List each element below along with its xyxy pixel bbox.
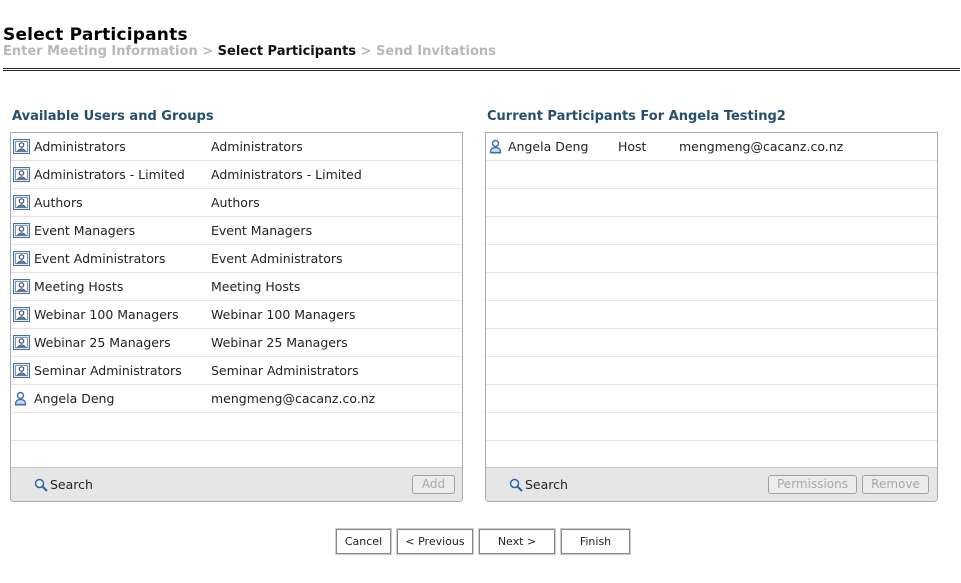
empty-row — [486, 301, 937, 329]
group-icon — [13, 335, 30, 350]
current-participants-title: Current Participants For Angela Testing2 — [487, 109, 786, 124]
breadcrumb-separator: > — [197, 44, 218, 59]
item-name: Webinar 25 Managers — [34, 335, 171, 350]
empty-row — [11, 413, 462, 441]
previous-button[interactable]: < Previous — [397, 529, 473, 554]
breadcrumb-step-enter-meeting-info: Enter Meeting Information — [3, 44, 198, 59]
available-users-footer: Search Add — [11, 467, 462, 501]
magnifier-icon — [509, 478, 523, 492]
available-users-panel: Administrators Administrators Administrato… — [10, 132, 463, 502]
list-item[interactable]: Administrators - Limited Administrators -… — [11, 161, 462, 189]
cancel-button[interactable]: Cancel — [336, 529, 391, 554]
item-detail: mengmeng@cacanz.co.nz — [211, 391, 376, 406]
item-detail: Meeting Hosts — [211, 279, 301, 294]
item-name: Webinar 100 Managers — [34, 307, 179, 322]
empty-row — [486, 385, 937, 413]
current-participants-footer: Search Permissions Remove — [486, 467, 937, 501]
participants-search-label: Search — [525, 477, 568, 492]
participant-role: Host — [618, 139, 647, 154]
item-name: Administrators — [34, 139, 126, 154]
item-name: Event Managers — [34, 223, 136, 238]
available-users-list: Administrators Administrators Administrato… — [11, 133, 462, 469]
breadcrumb-step-send-invitations: Send Invitations — [376, 44, 496, 59]
participants-search-link[interactable]: Search — [509, 477, 568, 492]
participant-row[interactable]: Angela Deng Host mengmeng@cacanz.co.nz — [486, 133, 937, 161]
group-icon — [13, 139, 30, 154]
list-item[interactable]: Event Managers Event Managers — [11, 217, 462, 245]
item-detail: Authors — [211, 195, 260, 210]
current-participants-panel: Angela Deng Host mengmeng@cacanz.co.nz Sea… — [485, 132, 938, 502]
item-name: Meeting Hosts — [34, 279, 124, 294]
list-item[interactable]: Meeting Hosts Meeting Hosts — [11, 273, 462, 301]
remove-button[interactable]: Remove — [862, 475, 929, 494]
empty-row — [486, 413, 937, 441]
list-item[interactable]: Webinar 25 Managers Webinar 25 Managers — [11, 329, 462, 357]
item-detail: Seminar Administrators — [211, 363, 359, 378]
participant-email: mengmeng@cacanz.co.nz — [679, 139, 844, 154]
list-item[interactable]: Seminar Administrators Seminar Administra… — [11, 357, 462, 385]
next-button[interactable]: Next > — [479, 529, 555, 554]
permissions-button[interactable]: Permissions — [768, 475, 857, 494]
breadcrumb-separator: > — [356, 44, 376, 59]
page-title: Select Participants — [3, 25, 188, 45]
empty-row — [486, 273, 937, 301]
participant-name: Angela Deng — [508, 139, 589, 154]
empty-row — [486, 329, 937, 357]
user-icon — [13, 391, 30, 406]
list-item[interactable]: Webinar 100 Managers Webinar 100 Managers — [11, 301, 462, 329]
group-icon — [13, 195, 30, 210]
group-icon — [13, 363, 30, 378]
list-item[interactable]: Angela Deng mengmeng@cacanz.co.nz — [11, 385, 462, 413]
magnifier-icon — [34, 478, 48, 492]
item-name: Authors — [34, 195, 83, 210]
empty-row — [486, 245, 937, 273]
breadcrumb-step-select-participants: Select Participants — [217, 44, 357, 59]
list-item[interactable]: Administrators Administrators — [11, 133, 462, 161]
header-divider — [3, 68, 960, 71]
user-icon — [488, 139, 505, 154]
group-icon — [13, 223, 30, 238]
group-icon — [13, 167, 30, 182]
item-detail: Webinar 25 Managers — [211, 335, 348, 350]
item-detail: Event Managers — [211, 223, 313, 238]
current-participants-list: Angela Deng Host mengmeng@cacanz.co.nz — [486, 133, 937, 469]
item-name: Seminar Administrators — [34, 363, 182, 378]
item-detail: Webinar 100 Managers — [211, 307, 356, 322]
empty-row — [486, 161, 937, 189]
available-users-title: Available Users and Groups — [12, 109, 214, 124]
empty-row — [11, 441, 462, 469]
available-search-link[interactable]: Search — [34, 477, 93, 492]
available-search-label: Search — [50, 477, 93, 492]
group-icon — [13, 251, 30, 266]
finish-button[interactable]: Finish — [561, 529, 630, 554]
empty-row — [486, 357, 937, 385]
list-item[interactable]: Event Administrators Event Administrators — [11, 245, 462, 273]
item-detail: Administrators — [211, 139, 303, 154]
list-item[interactable]: Authors Authors — [11, 189, 462, 217]
item-name: Event Administrators — [34, 251, 166, 266]
item-detail: Event Administrators — [211, 251, 343, 266]
group-icon — [13, 279, 30, 294]
add-button[interactable]: Add — [412, 475, 455, 494]
item-name: Angela Deng — [34, 391, 115, 406]
breadcrumb: Enter Meeting Information > Select Parti… — [3, 44, 496, 59]
empty-row — [486, 217, 937, 245]
group-icon — [13, 307, 30, 322]
empty-row — [486, 441, 937, 469]
item-name: Administrators - Limited — [34, 167, 185, 182]
item-detail: Administrators - Limited — [211, 167, 362, 182]
empty-row — [486, 189, 937, 217]
